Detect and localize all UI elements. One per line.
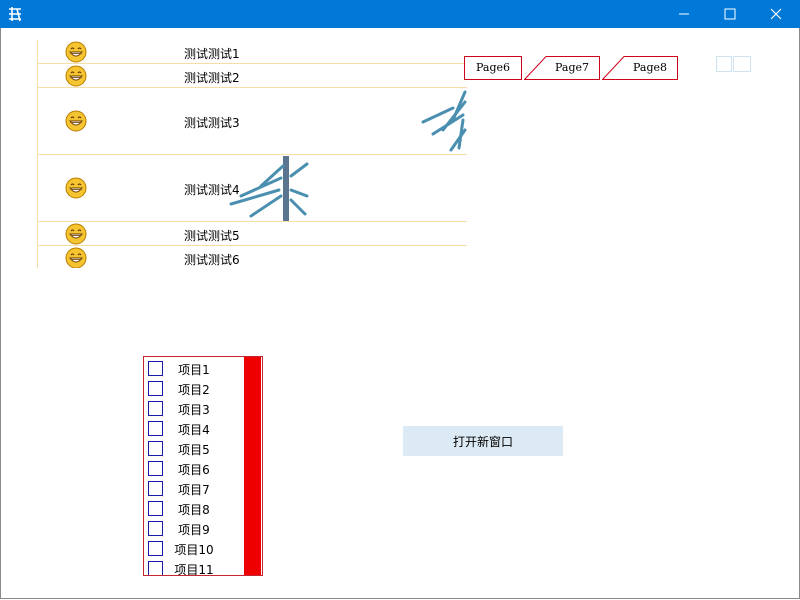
grin-smiley-icon: [65, 223, 87, 245]
list-item[interactable]: 测试测试1: [37, 40, 467, 64]
grin-smiley-icon: [65, 110, 87, 132]
grin-smiley-icon: [65, 41, 87, 63]
checkbox-label: 项目7: [178, 483, 210, 497]
list-item[interactable]: 测试测试6: [37, 246, 467, 268]
checkbox[interactable]: [148, 381, 163, 396]
grin-smiley-icon: [65, 177, 87, 199]
close-button[interactable]: [753, 0, 799, 28]
list-item[interactable]: 测试测试2: [37, 64, 467, 88]
list-item[interactable]: 项目5: [144, 438, 244, 458]
title-bar: [0, 0, 800, 28]
grin-smiley-icon: [65, 65, 87, 87]
tab-scroll-right-button[interactable]: [733, 56, 751, 72]
checkbox-label: 项目9: [178, 523, 210, 537]
list-item-label: 测试测试3: [184, 116, 240, 130]
list-item[interactable]: 项目8: [144, 498, 244, 518]
list-item[interactable]: 项目6: [144, 458, 244, 478]
list-item[interactable]: 项目4: [144, 418, 244, 438]
tab-page8[interactable]: Page8: [602, 56, 678, 80]
list-item[interactable]: 项目3: [144, 398, 244, 418]
tab-scroll-left-button[interactable]: [716, 56, 732, 72]
checkbox[interactable]: [148, 561, 163, 575]
tab-label: Page8: [632, 61, 667, 74]
checkbox[interactable]: [148, 421, 163, 436]
list-border: [37, 40, 38, 268]
list-item[interactable]: 项目9: [144, 518, 244, 538]
checkbox-label: 项目10: [174, 543, 214, 557]
list-item[interactable]: 项目7: [144, 478, 244, 498]
maximize-button[interactable]: [707, 0, 753, 28]
checkbox[interactable]: [148, 401, 163, 416]
checkbox-label: 项目4: [178, 423, 210, 437]
checkbox[interactable]: [148, 501, 163, 516]
list-item[interactable]: 项目2: [144, 378, 244, 398]
list-item[interactable]: 测试测试5: [37, 222, 467, 246]
checkbox-label: 项目1: [178, 363, 210, 377]
checkbox[interactable]: [148, 461, 163, 476]
maximize-icon: [724, 8, 736, 20]
grin-smiley-icon: [65, 247, 87, 268]
image-list[interactable]: 测试测试1 测试测试2 测试测试3 测试测试4 测试测试5 测试测试6: [37, 40, 467, 268]
checkbox-label: 项目8: [178, 503, 210, 517]
list-item[interactable]: 测试测试3: [37, 88, 467, 155]
close-icon: [770, 8, 782, 20]
tab-label: Page7: [554, 61, 589, 74]
list-item[interactable]: 项目11: [144, 558, 244, 576]
tab-page7[interactable]: Page7: [524, 56, 600, 80]
checkbox-list[interactable]: 项目1 项目2 项目3 项目4 项目5 项目6 项目7 项目8 项目9 项目10…: [143, 356, 263, 576]
checkbox-label: 项目3: [178, 403, 210, 417]
list-item-label: 测试测试5: [184, 229, 240, 243]
tab-label: Page6: [475, 61, 510, 74]
checkbox[interactable]: [148, 521, 163, 536]
list-item-label: 测试测试2: [184, 71, 240, 85]
list-item-label: 测试测试6: [184, 253, 240, 267]
checkbox-label: 项目2: [178, 383, 210, 397]
list-item-label: 测试测试4: [184, 183, 240, 197]
list-item[interactable]: 项目1: [144, 358, 244, 378]
checkbox[interactable]: [148, 481, 163, 496]
app-icon: [6, 5, 24, 23]
checkbox[interactable]: [148, 441, 163, 456]
checkbox-label: 项目11: [174, 563, 214, 576]
minimize-button[interactable]: [661, 0, 707, 28]
checkbox[interactable]: [148, 541, 163, 556]
checkbox-label: 项目5: [178, 443, 210, 457]
checkbox[interactable]: [148, 361, 163, 376]
tab-page6[interactable]: Page6: [464, 56, 522, 80]
scrollbar[interactable]: [244, 357, 261, 575]
list-item-label: 测试测试1: [184, 47, 240, 61]
list-item[interactable]: 项目10: [144, 538, 244, 558]
list-item[interactable]: 测试测试4: [37, 155, 467, 222]
minimize-icon: [679, 13, 689, 15]
checkbox-label: 项目6: [178, 463, 210, 477]
open-new-window-button[interactable]: 打开新窗口: [403, 426, 563, 456]
